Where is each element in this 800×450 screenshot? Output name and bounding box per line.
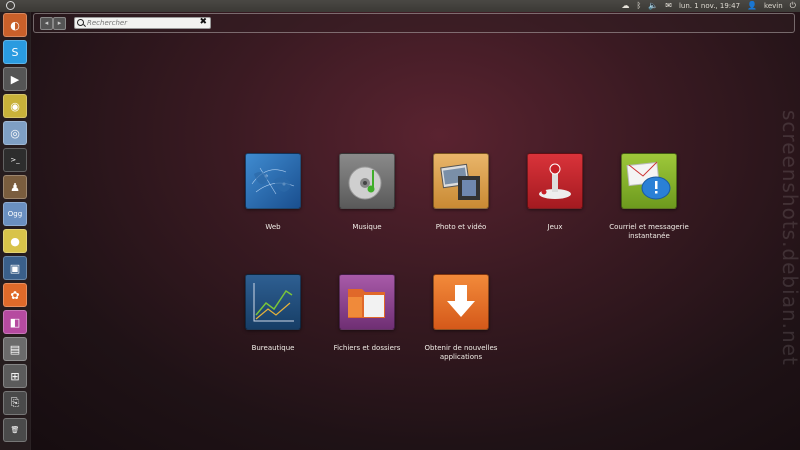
category-web[interactable]: Web xyxy=(233,153,313,232)
launcher-workspaces[interactable]: ⊞ xyxy=(3,364,27,388)
volume-icon[interactable]: 🔈 xyxy=(648,0,658,12)
launcher-usb[interactable]: ⎘ xyxy=(3,391,27,415)
category-music[interactable]: Musique xyxy=(327,153,407,232)
launcher-games[interactable]: ♟ xyxy=(3,175,27,199)
photo-video-icon xyxy=(433,153,489,209)
launcher-files[interactable]: ▤ xyxy=(3,337,27,361)
launcher-terminal[interactable]: >_ xyxy=(3,148,27,172)
category-files[interactable]: Fichiers et dossiers xyxy=(327,274,407,353)
forward-button[interactable]: ▸ xyxy=(53,17,66,30)
category-label: Musique xyxy=(352,223,382,231)
watermark: screenshots.debian.net xyxy=(778,110,800,366)
download-icon xyxy=(433,274,489,330)
category-office[interactable]: Bureautique xyxy=(233,274,313,353)
user-name[interactable]: kevin xyxy=(764,0,783,12)
category-games[interactable]: Jeux xyxy=(515,153,595,232)
category-label: Jeux xyxy=(547,223,563,231)
launcher-photos[interactable]: ▣ xyxy=(3,256,27,280)
launcher-skype[interactable]: S xyxy=(3,40,27,64)
launcher-bfb[interactable]: ◐ xyxy=(3,13,27,37)
web-icon xyxy=(245,153,301,209)
games-icon xyxy=(527,153,583,209)
bluetooth-icon[interactable]: ᛒ xyxy=(636,0,641,12)
launcher-disc[interactable]: ● xyxy=(3,229,27,253)
mail-im-icon xyxy=(621,153,677,209)
mail-icon[interactable]: ✉ xyxy=(665,0,672,12)
launcher-ogg[interactable]: Ogg xyxy=(3,202,27,226)
category-label: Photo et vidéo xyxy=(435,223,487,231)
ubuntu-logo-icon[interactable] xyxy=(6,1,15,10)
category-label: Bureautique xyxy=(251,344,295,352)
cloud-icon[interactable]: ☁ xyxy=(621,0,629,12)
category-label: Web xyxy=(265,223,281,231)
launcher: ◐ S ▶ ◉ ◎ >_ ♟ Ogg ● ▣ ✿ ◧ ▤ ⊞ ⎘ 🗑 xyxy=(0,12,31,450)
launcher-chrome[interactable]: ◎ xyxy=(3,121,27,145)
top-panel: ☁ ᛒ 🔈 ✉ lun. 1 nov., 19:47 👤 kevin ⏻ xyxy=(0,0,800,12)
category-mail-im[interactable]: Courriel et messagerie instantanée xyxy=(609,153,689,241)
category-get-apps[interactable]: Obtenir de nouvelles applications xyxy=(421,274,501,362)
user-icon: 👤 xyxy=(747,1,758,10)
clear-icon[interactable]: ✖ xyxy=(199,17,207,27)
category-label: Obtenir de nouvelles applications xyxy=(424,344,498,361)
launcher-video[interactable]: ▶ xyxy=(3,67,27,91)
office-icon xyxy=(245,274,301,330)
launcher-webcam[interactable]: ◉ xyxy=(3,94,27,118)
category-photo-video[interactable]: Photo et vidéo xyxy=(421,153,501,232)
files-icon xyxy=(339,274,395,330)
back-button[interactable]: ◂ xyxy=(40,17,53,30)
clock[interactable]: lun. 1 nov., 19:47 xyxy=(679,0,740,12)
power-icon[interactable]: ⏻ xyxy=(790,0,796,12)
music-icon xyxy=(339,153,395,209)
search-box[interactable]: ✖ xyxy=(74,17,211,29)
search-icon xyxy=(77,19,84,26)
launcher-wine[interactable]: ◧ xyxy=(3,310,27,334)
category-label: Fichiers et dossiers xyxy=(333,344,401,352)
launcher-trash[interactable]: 🗑 xyxy=(3,418,27,442)
category-label: Courriel et messagerie instantanée xyxy=(609,223,689,240)
search-input[interactable] xyxy=(87,18,197,28)
launcher-ubuntu-one[interactable]: ✿ xyxy=(3,283,27,307)
